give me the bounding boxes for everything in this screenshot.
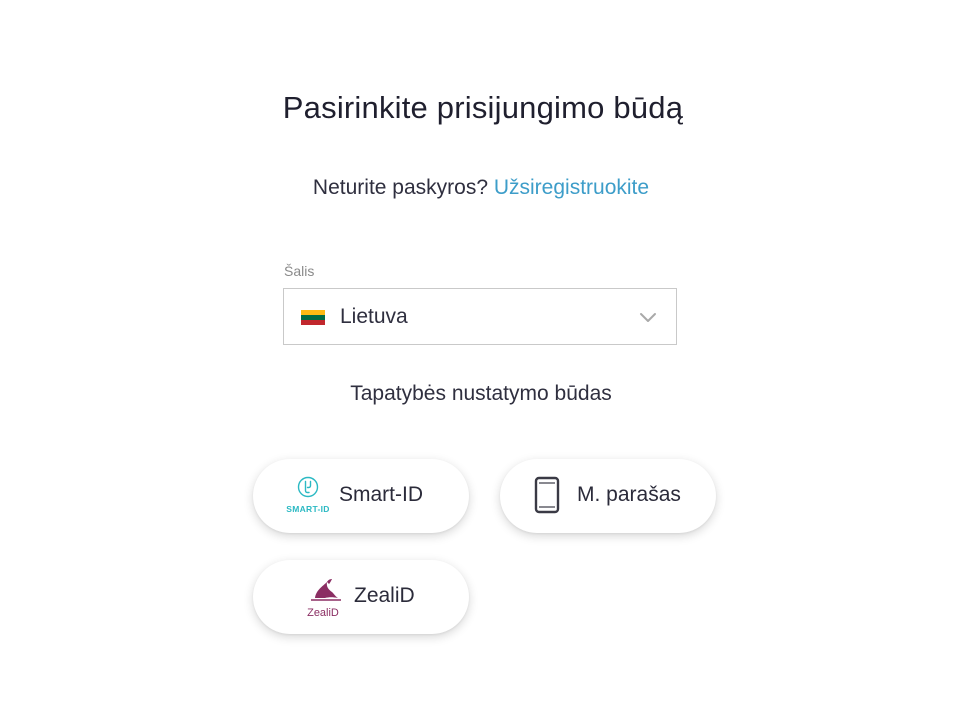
mobile-signature-button[interactable]: M. parašas (500, 459, 716, 533)
zealid-button[interactable]: ZealiD ZealiD (253, 560, 469, 634)
auth-method-heading: Tapatybės nustatymo būdas (350, 382, 612, 405)
login-method-page: Pasirinkite prisijungimo būdą Neturite p… (0, 0, 956, 702)
smart-id-label: Smart-ID (339, 483, 423, 506)
smart-id-logo-text: SMART-ID (286, 504, 329, 514)
chevron-down-icon (640, 313, 656, 322)
mobile-signature-label: M. parašas (577, 483, 681, 506)
zealid-logo-icon: ZealiD (307, 579, 341, 619)
register-prompt-line: Neturite paskyros? Užsiregistruokite (0, 176, 956, 200)
page-title: Pasirinkite prisijungimo būdą (282, 90, 684, 125)
zealid-logo-text: ZealiD (307, 607, 339, 619)
country-selected-value: Lietuva (340, 305, 408, 328)
zealid-label: ZealiD (354, 584, 415, 607)
country-label: Šalis (284, 263, 315, 279)
country-select[interactable]: Lietuva (283, 288, 677, 345)
register-link[interactable]: Užsiregistruokite (494, 176, 649, 199)
register-prompt-text: Neturite paskyros? (312, 176, 488, 199)
smart-id-button[interactable]: SMART-ID Smart-ID (253, 459, 469, 533)
lithuania-flag-icon (301, 310, 325, 325)
smart-id-logo-icon: SMART-ID (286, 476, 329, 514)
mobile-phone-icon (534, 476, 560, 514)
